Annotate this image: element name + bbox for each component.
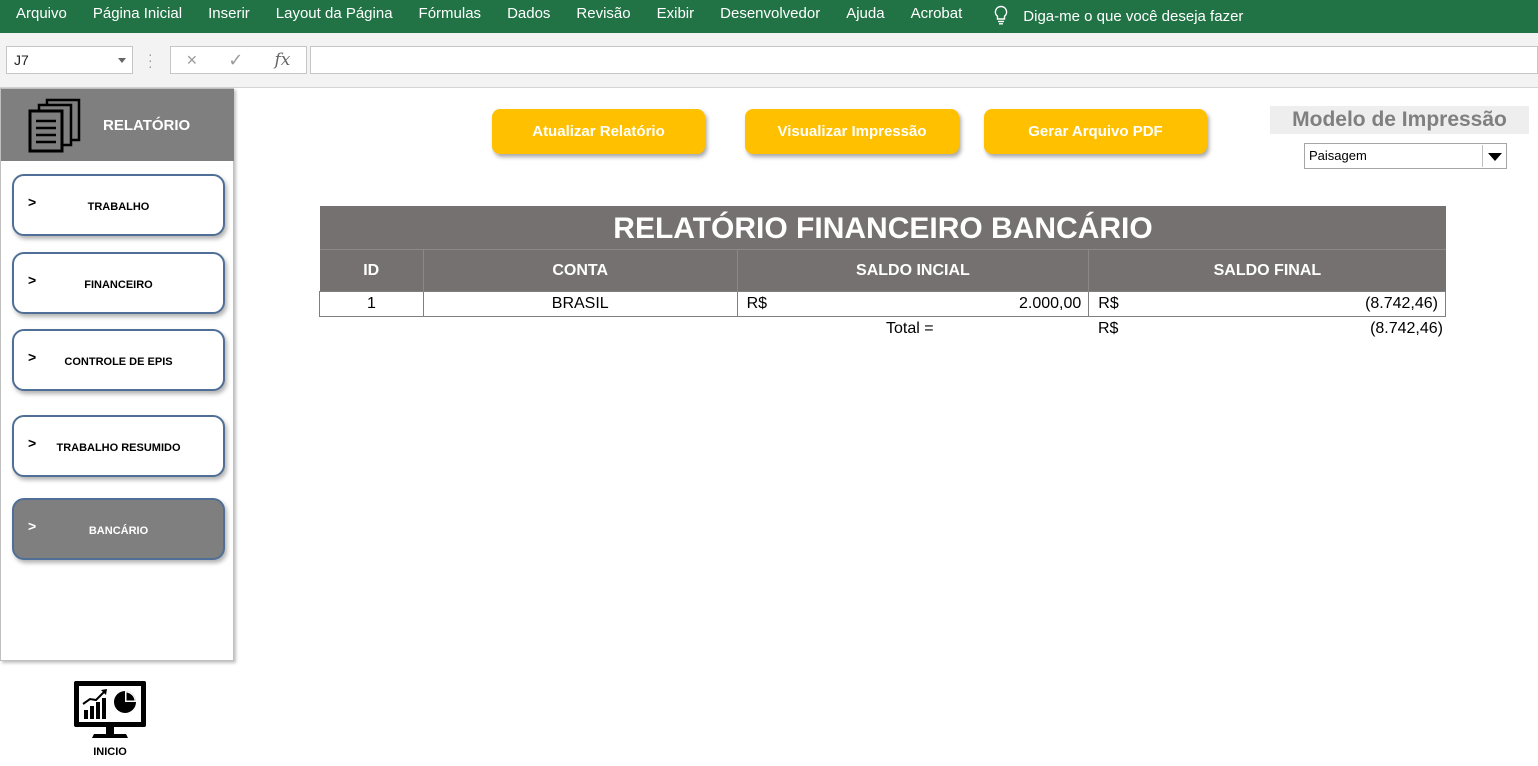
currency-symbol: R$ (746, 295, 768, 312)
print-model-value: Paisagem (1309, 148, 1367, 163)
sidebar-title: RELATÓRIO (103, 117, 191, 134)
name-box-value: J7 (14, 52, 29, 68)
total-row: Total = R$ (8.742,46) (320, 320, 1446, 340)
dashboard-monitor-icon (74, 681, 146, 738)
currency-symbol: R$ (1098, 295, 1119, 312)
tell-me-search[interactable]: Diga-me o que você deseja fazer (993, 0, 1243, 33)
visualizar-impressao-button[interactable]: Visualizar Impressão (745, 109, 959, 154)
sidebar-item-label: TRABALHO (87, 201, 150, 213)
total-value-cell[interactable]: R$ (8.742,46) (1098, 320, 1443, 338)
cell-saldo-final[interactable]: R$ (8.742,46) (1088, 291, 1446, 317)
formula-buttons: × ✓ fx (170, 46, 307, 74)
cell-id[interactable]: 1 (319, 291, 424, 317)
tab-dados[interactable]: Dados (494, 0, 563, 33)
currency-symbol: R$ (1098, 320, 1119, 337)
sidebar-panel: RELATÓRIO > TRABALHO > FINANCEIRO > CONT… (0, 88, 234, 661)
column-header-id: ID (319, 249, 424, 292)
formula-input[interactable] (310, 46, 1538, 74)
tab-formulas[interactable]: Fórmulas (406, 0, 495, 33)
tab-desenvolvedor[interactable]: Desenvolvedor (707, 0, 833, 33)
sidebar-item-label: FINANCEIRO (84, 279, 153, 291)
column-header-saldo-inicial: SALDO INCIAL (737, 249, 1090, 292)
cell-saldo-inicial[interactable]: R$ 2.000,00 (736, 291, 1090, 317)
tab-pagina-inicial[interactable]: Página Inicial (80, 0, 195, 33)
formula-bar-grip[interactable]: · · · (148, 47, 153, 73)
insert-function-icon[interactable]: fx (275, 50, 291, 70)
tab-ajuda[interactable]: Ajuda (833, 0, 897, 33)
tab-exibir[interactable]: Exibir (644, 0, 708, 33)
saldo-inicial-value: 2.000,00 (1018, 295, 1082, 312)
total-value: (8.742,46) (1370, 320, 1443, 337)
tab-revisao[interactable]: Revisão (563, 0, 643, 33)
column-header-conta: CONTA (423, 249, 738, 292)
tell-me-text: Diga-me o que você deseja fazer (1023, 7, 1244, 25)
sidebar-item-bancario[interactable]: > BANCÁRIO (12, 498, 225, 560)
tab-layout-da-pagina[interactable]: Layout da Página (263, 0, 406, 33)
table-row: 1 BRASIL R$ 2.000,00 R$ (8.742,46) (319, 291, 1446, 317)
tab-arquivo[interactable]: Arquivo (0, 0, 80, 33)
gerar-pdf-button[interactable]: Gerar Arquivo PDF (984, 109, 1207, 154)
inicio-label: INICIO (93, 746, 127, 758)
saldo-final-value: (8.742,46) (1365, 295, 1438, 312)
sidebar-item-label: CONTROLE DE EPIS (64, 356, 173, 368)
chevron-down-icon[interactable] (118, 58, 126, 63)
atualizar-relatorio-button[interactable]: Atualizar Relatório (492, 109, 705, 154)
table-header-row: ID CONTA SALDO INCIAL SALDO FINAL (319, 249, 1446, 292)
report-title: RELATÓRIO FINANCEIRO BANCÁRIO (320, 206, 1446, 249)
cancel-icon[interactable]: × (187, 50, 198, 71)
column-header-saldo-final: SALDO FINAL (1088, 249, 1446, 292)
sidebar-item-label: BANCÁRIO (88, 525, 149, 537)
sidebar-header: RELATÓRIO (1, 89, 234, 161)
sidebar-item-trabalho-resumido[interactable]: > TRABALHO RESUMIDO (12, 415, 225, 477)
chevron-down-icon[interactable] (1482, 145, 1505, 167)
enter-icon[interactable]: ✓ (228, 50, 243, 71)
report-table: ID CONTA SALDO INCIAL SALDO FINAL 1 BRAS… (319, 249, 1446, 317)
documents-icon (28, 98, 81, 153)
sidebar-item-label: TRABALHO RESUMIDO (56, 442, 181, 454)
tab-inserir[interactable]: Inserir (195, 0, 263, 33)
tab-acrobat[interactable]: Acrobat (898, 0, 976, 33)
name-box[interactable]: J7 (6, 46, 133, 74)
sidebar-item-trabalho[interactable]: > TRABALHO (12, 174, 225, 236)
print-model-select[interactable]: Paisagem (1304, 143, 1507, 169)
formula-bar: J7 · · · × ✓ fx (0, 33, 1538, 88)
print-model-title: Modelo de Impressão (1270, 106, 1529, 134)
total-label: Total = (886, 320, 934, 337)
inicio-button[interactable]: INICIO (70, 680, 150, 764)
ribbon-menu: Arquivo Página Inicial Inserir Layout da… (0, 0, 1538, 33)
sidebar-item-controle-de-epis[interactable]: > CONTROLE DE EPIS (12, 329, 225, 391)
cell-conta[interactable]: BRASIL (422, 291, 738, 317)
lightbulb-icon (995, 5, 1008, 24)
sidebar-item-financeiro[interactable]: > FINANCEIRO (12, 252, 225, 314)
